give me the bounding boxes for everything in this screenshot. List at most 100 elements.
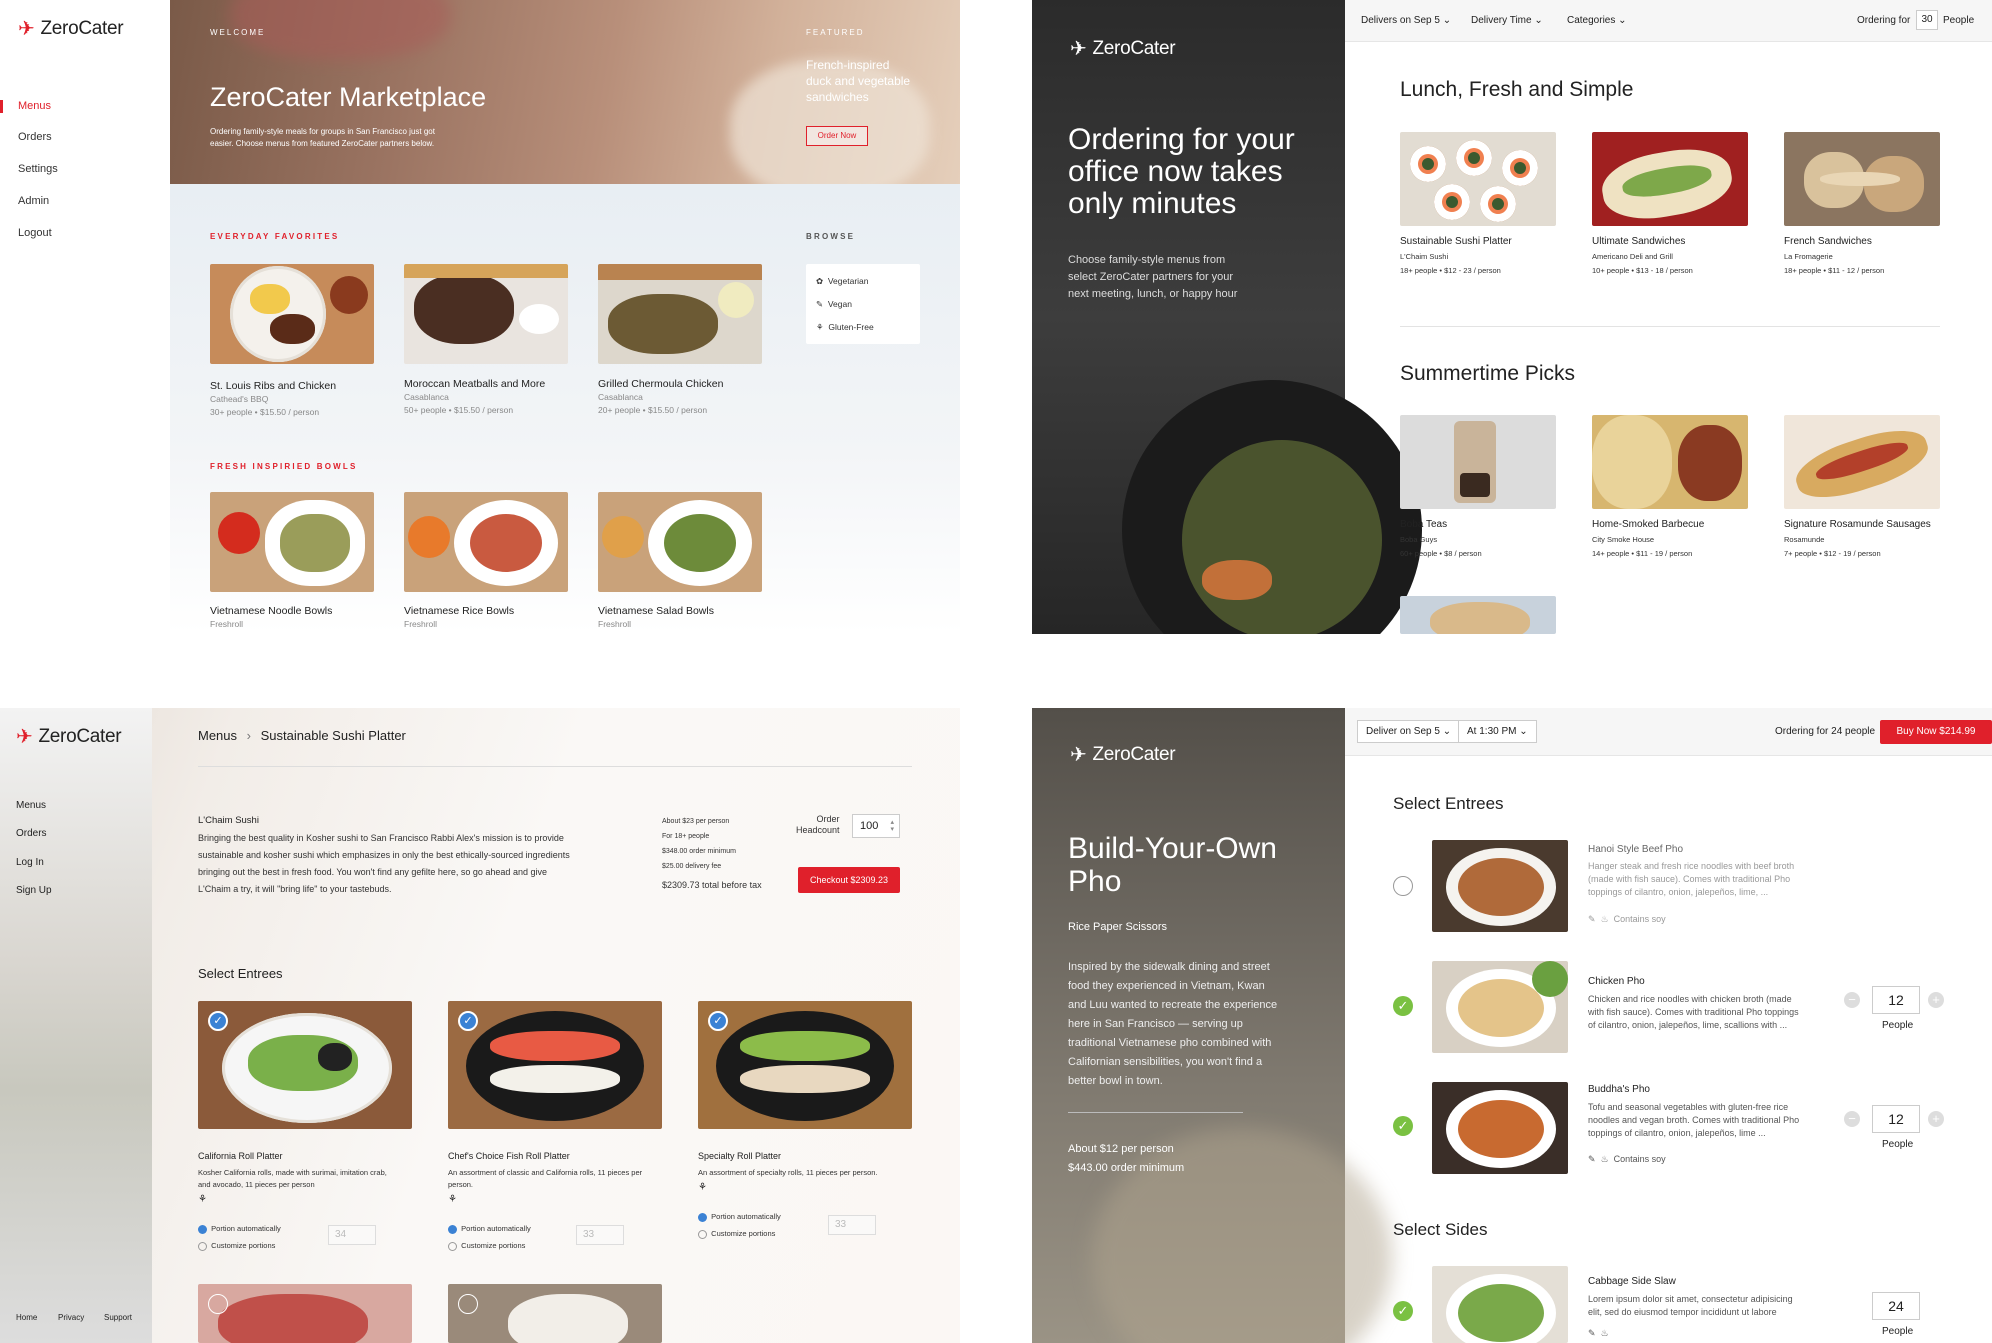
selected-check-icon[interactable]: ✓ <box>1393 1301 1413 1321</box>
item-image-buddha-pho[interactable] <box>1432 1082 1568 1174</box>
nav-sign-up[interactable]: Sign Up <box>16 885 52 896</box>
pencil-icon[interactable]: ✎ <box>1588 914 1596 924</box>
entree-image-partial[interactable] <box>198 1284 412 1343</box>
logo[interactable]: ✈ ZeroCater <box>18 18 124 40</box>
card-image-rice-bowl[interactable] <box>404 492 568 592</box>
footer-privacy[interactable]: Privacy <box>58 1313 84 1322</box>
buy-now-button[interactable]: Buy Now $214.99 <box>1880 720 1992 744</box>
card-image-ribs[interactable] <box>210 264 374 364</box>
order-now-button[interactable]: Order Now <box>806 126 868 146</box>
nav-log-in[interactable]: Log In <box>16 857 44 868</box>
portion-qty-input[interactable]: 34 <box>328 1225 376 1245</box>
card-title[interactable]: French Sandwiches <box>1784 236 1872 247</box>
people-count-input[interactable]: 30 <box>1916 10 1938 30</box>
delivery-time-dropdown[interactable]: Delivery Time ⌄ <box>1471 15 1543 26</box>
vendor-name: L'Chaim Sushi <box>198 815 259 826</box>
hero-line-3: only minutes <box>1068 187 1237 220</box>
card-image-sushi[interactable] <box>1400 132 1556 226</box>
card-image-sandwiches[interactable] <box>1592 132 1748 226</box>
selected-check-icon[interactable]: ✓ <box>1393 1116 1413 1136</box>
decrement-button[interactable]: − <box>1844 1111 1860 1127</box>
categories-dropdown[interactable]: Categories ⌄ <box>1567 15 1627 26</box>
headcount-input[interactable]: 100 ▴ ▾ <box>852 814 900 838</box>
selected-check-icon[interactable]: ✓ <box>1393 996 1413 1016</box>
card-image-barbecue[interactable] <box>1592 415 1748 509</box>
bird-logo-icon: ✈ <box>16 726 33 748</box>
portion-auto-option[interactable]: Portion automatically <box>698 1212 781 1222</box>
nav-orders[interactable]: Orders <box>16 828 47 839</box>
card-image-meatballs[interactable] <box>404 264 568 364</box>
breadcrumb-menus[interactable]: Menus <box>198 728 237 743</box>
entree-image-fish-roll[interactable]: ✓ <box>448 1001 662 1129</box>
item-image-chicken-pho[interactable] <box>1432 961 1568 1053</box>
delivery-date-dropdown[interactable]: Delivers on Sep 5 ⌄ <box>1361 15 1451 26</box>
chevron-down-icon: ⌄ <box>1442 15 1452 26</box>
portion-custom-option[interactable]: Customize portions <box>448 1241 525 1251</box>
portion-qty-input[interactable]: 33 <box>576 1225 624 1245</box>
card-title[interactable]: Vietnamese Salad Bowls <box>598 605 714 617</box>
logo[interactable]: ✈ ZeroCater <box>16 726 122 748</box>
card-image-partial[interactable] <box>1400 596 1556 634</box>
card-title[interactable]: Home-Smoked Barbecue <box>1592 519 1704 530</box>
card-image-boba[interactable] <box>1400 415 1556 509</box>
card-image-chermoula[interactable] <box>598 264 762 364</box>
card-title[interactable]: Boba Teas <box>1400 519 1447 530</box>
headcount-label-2: Headcount <box>796 825 840 835</box>
card-title[interactable]: Signature Rosamunde Sausages <box>1784 519 1931 530</box>
selected-check-icon[interactable]: ✓ <box>458 1011 478 1031</box>
portion-qty-input[interactable]: 33 <box>828 1215 876 1235</box>
card-image-salad-bowl[interactable] <box>598 492 762 592</box>
increment-button[interactable]: + <box>1928 992 1944 1008</box>
card-title[interactable]: St. Louis Ribs and Chicken <box>210 380 336 392</box>
nav-settings[interactable]: Settings <box>18 163 58 175</box>
pencil-icon[interactable]: ✎ <box>1588 1154 1596 1164</box>
card-title[interactable]: Vietnamese Noodle Bowls <box>210 605 332 617</box>
deliver-date-dropdown[interactable]: Deliver on Sep 5 ⌄ <box>1357 720 1461 743</box>
unselected-circle-icon[interactable] <box>458 1294 478 1314</box>
decrement-button[interactable]: − <box>1844 992 1860 1008</box>
nav-logout[interactable]: Logout <box>18 227 52 239</box>
checkout-button[interactable]: Checkout $2309.23 <box>798 867 900 893</box>
card-title[interactable]: Moroccan Meatballs and More <box>404 378 545 390</box>
nav-orders[interactable]: Orders <box>18 131 52 143</box>
browse-gluten-free[interactable]: ⚘ Gluten-Free <box>816 322 874 333</box>
nav-admin[interactable]: Admin <box>18 195 49 207</box>
select-radio[interactable] <box>1393 876 1413 896</box>
footer-support[interactable]: Support <box>104 1313 132 1322</box>
item-image-slaw[interactable] <box>1432 1266 1568 1343</box>
card-title[interactable]: Ultimate Sandwiches <box>1592 236 1685 247</box>
nav-menus[interactable]: Menus <box>18 100 51 112</box>
card-title[interactable]: Sustainable Sushi Platter <box>1400 236 1512 247</box>
portion-custom-option[interactable]: Customize portions <box>698 1229 775 1239</box>
selected-check-icon[interactable]: ✓ <box>208 1011 228 1031</box>
card-image-sausages[interactable] <box>1784 415 1940 509</box>
card-title[interactable]: Vietnamese Rice Bowls <box>404 605 514 617</box>
entree-desc: Kosher California rolls, made with surim… <box>198 1167 387 1191</box>
card-title[interactable]: Grilled Chermoula Chicken <box>598 378 723 390</box>
portion-auto-option[interactable]: Portion automatically <box>198 1224 281 1234</box>
quantity-input[interactable]: 12 <box>1872 986 1920 1014</box>
quantity-input[interactable]: 24 <box>1872 1292 1920 1320</box>
logo[interactable]: ✈ ZeroCater <box>1070 744 1176 766</box>
quantity-input[interactable]: 12 <box>1872 1105 1920 1133</box>
nav-menus[interactable]: Menus <box>16 800 46 811</box>
time-dropdown[interactable]: At 1:30 PM ⌄ <box>1458 720 1537 743</box>
portion-custom-option[interactable]: Customize portions <box>198 1241 275 1251</box>
portion-auto-option[interactable]: Portion automatically <box>448 1224 531 1234</box>
entree-image-specialty[interactable]: ✓ <box>698 1001 912 1129</box>
delivery-fee: $25.00 delivery fee <box>662 863 722 870</box>
browse-vegan[interactable]: ✎ Vegan <box>816 299 852 310</box>
stepper-arrows-icon[interactable]: ▴ ▾ <box>890 819 894 833</box>
card-image-french-sandwiches[interactable] <box>1784 132 1940 226</box>
footer-home[interactable]: Home <box>16 1313 37 1322</box>
pencil-icon[interactable]: ✎ <box>1588 1328 1596 1338</box>
browse-vegetarian[interactable]: ✿ Vegetarian <box>816 276 869 287</box>
entree-image-california[interactable]: ✓ <box>198 1001 412 1129</box>
selected-check-icon[interactable]: ✓ <box>708 1011 728 1031</box>
entree-image-partial[interactable] <box>448 1284 662 1343</box>
increment-button[interactable]: + <box>1928 1111 1944 1127</box>
item-image-beef-pho[interactable] <box>1432 840 1568 932</box>
card-image-noodle-bowl[interactable] <box>210 492 374 592</box>
logo[interactable]: ✈ ZeroCater <box>1070 38 1176 60</box>
unselected-circle-icon[interactable] <box>208 1294 228 1314</box>
